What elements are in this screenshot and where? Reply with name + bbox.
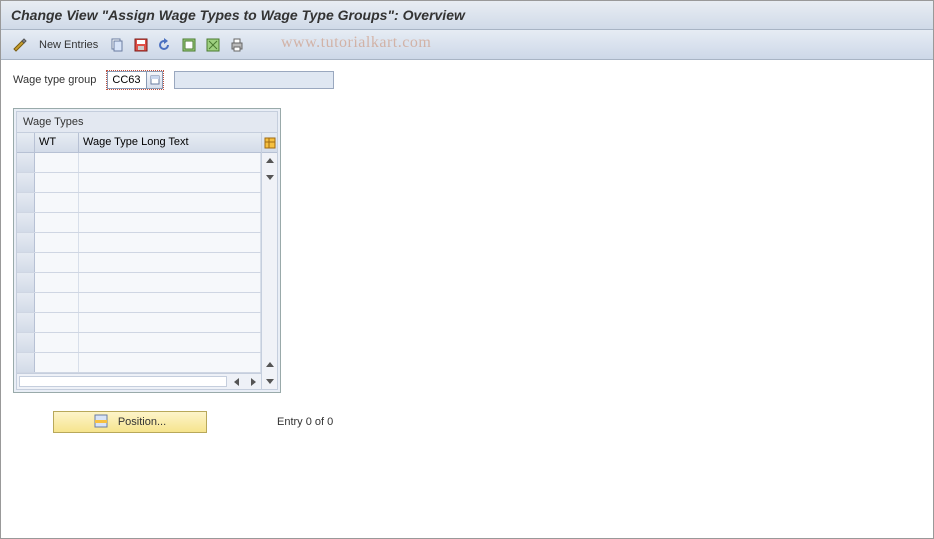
table-row [17,153,261,173]
cell-text[interactable] [79,313,261,332]
toggle-change-icon[interactable] [11,36,29,54]
new-entries-button[interactable]: New Entries [35,39,102,51]
row-selector[interactable] [17,353,35,372]
row-selector[interactable] [17,153,35,172]
title-bar: Change View "Assign Wage Types to Wage T… [1,1,933,30]
watermark: www.tutorialkart.com [281,34,431,52]
cell-wt[interactable] [35,293,79,312]
row-selector[interactable] [17,173,35,192]
table-row [17,333,261,353]
scroll-down-end-icon[interactable] [262,373,277,389]
select-all-icon[interactable] [180,36,198,54]
cell-text[interactable] [79,353,261,372]
wage-type-group-input[interactable] [107,71,147,89]
row-selector[interactable] [17,253,35,272]
cell-wt[interactable] [35,253,79,272]
cell-text[interactable] [79,193,261,212]
table-header: WT Wage Type Long Text [17,133,261,153]
table-row [17,353,261,373]
save-icon[interactable] [132,36,150,54]
table-row [17,313,261,333]
search-help-icon[interactable] [147,71,163,89]
row-selector[interactable] [17,293,35,312]
row-selector[interactable] [17,273,35,292]
page-title: Change View "Assign Wage Types to Wage T… [11,7,923,23]
scroll-left-icon[interactable] [229,374,245,390]
cell-wt[interactable] [35,273,79,292]
table-row [17,293,261,313]
cell-text[interactable] [79,213,261,232]
row-selector[interactable] [17,213,35,232]
cell-wt[interactable] [35,233,79,252]
cell-wt[interactable] [35,193,79,212]
cell-text[interactable] [79,233,261,252]
scroll-right-icon[interactable] [245,374,261,390]
table-row [17,213,261,233]
table-row [17,173,261,193]
wage-type-group-field-wrap [106,70,164,90]
deselect-all-icon[interactable] [204,36,222,54]
cell-text[interactable] [79,293,261,312]
wage-type-group-label: Wage type group [13,74,96,86]
cell-wt[interactable] [35,213,79,232]
table-row [17,193,261,213]
vertical-scrollbar[interactable] [261,133,277,389]
cell-wt[interactable] [35,313,79,332]
footer: Position... Entry 0 of 0 [53,411,933,433]
wage-type-group-description [174,71,334,89]
row-selector[interactable] [17,313,35,332]
scroll-up-end-icon[interactable] [262,357,277,373]
cell-wt[interactable] [35,333,79,352]
column-header-text[interactable]: Wage Type Long Text [79,133,261,152]
table-row [17,253,261,273]
position-icon [94,414,110,430]
table-row [17,233,261,253]
row-selector[interactable] [17,193,35,212]
wage-types-table: Wage Types WT Wage Type Long Text [13,108,281,393]
select-all-column[interactable] [17,133,35,152]
entry-counter: Entry 0 of 0 [277,416,333,428]
cell-text[interactable] [79,153,261,172]
horizontal-scrollbar[interactable] [17,373,261,389]
cell-text[interactable] [79,173,261,192]
row-selector[interactable] [17,333,35,352]
cell-wt[interactable] [35,153,79,172]
scroll-up-icon[interactable] [262,153,277,169]
print-icon[interactable] [228,36,246,54]
column-header-wt[interactable]: WT [35,133,79,152]
cell-wt[interactable] [35,353,79,372]
cell-wt[interactable] [35,173,79,192]
table-title: Wage Types [16,111,278,132]
scroll-down-icon[interactable] [262,169,277,185]
position-label: Position... [118,416,166,428]
cell-text[interactable] [79,253,261,272]
cell-text[interactable] [79,333,261,352]
toolbar: New Entries www.tutorialkart.com [1,30,933,60]
cell-text[interactable] [79,273,261,292]
form-row: Wage type group [1,60,933,90]
row-selector[interactable] [17,233,35,252]
position-button[interactable]: Position... [53,411,207,433]
undo-icon[interactable] [156,36,174,54]
table-row [17,273,261,293]
table-settings-icon[interactable] [262,133,277,153]
copy-icon[interactable] [108,36,126,54]
